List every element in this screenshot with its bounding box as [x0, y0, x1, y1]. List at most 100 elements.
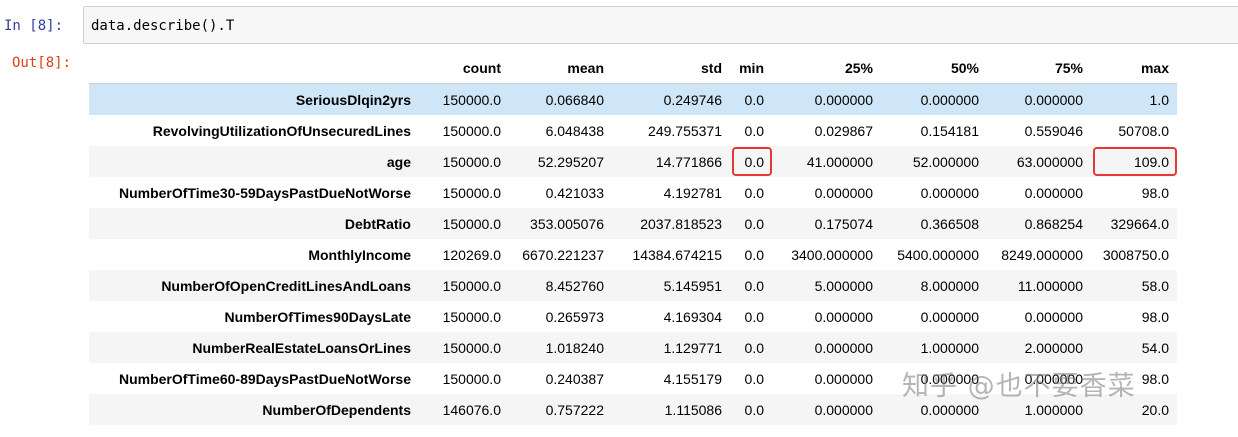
index-header — [89, 52, 419, 84]
table-cell: 5400.000000 — [897, 246, 979, 263]
table-cell: 0.559046 — [1024, 122, 1083, 139]
table-cell: 3400.000000 — [791, 246, 873, 263]
table-row: NumberOfOpenCreditLinesAndLoans 150000.0… — [89, 270, 1177, 301]
table-cell: 2037.818523 — [640, 215, 722, 232]
table-cell: 0.000000 — [920, 91, 979, 108]
table-cell: 41.000000 — [806, 153, 873, 170]
table-cell: 0.000000 — [920, 308, 979, 325]
table-row: SeriousDlqin2yrs 150000.0 0.066840 0.249… — [89, 83, 1177, 115]
table-cell: 11.000000 — [1017, 277, 1083, 294]
table-cell: 146076.0 — [442, 401, 501, 418]
row-label: NumberOfDependents — [262, 401, 411, 418]
column-header: 50% — [881, 52, 987, 84]
row-label: NumberOfTime30-59DaysPastDueNotWorse — [118, 184, 411, 201]
table-cell: 8.000000 — [920, 277, 979, 294]
table-cell: 1.0 — [1149, 91, 1169, 108]
table-cell: 1.129771 — [663, 339, 722, 356]
input-prompt: In [8]: — [4, 18, 64, 34]
table-cell: 0.366508 — [920, 215, 979, 232]
row-label: age — [386, 153, 411, 170]
table-cell: 54.0 — [1141, 339, 1169, 356]
row-label: NumberOfTimes90DaysLate — [224, 308, 411, 325]
table-cell: 0.0 — [744, 215, 764, 232]
highlighted-min-cell: 0.0 — [730, 146, 772, 177]
table-cell: 0.0 — [744, 246, 764, 263]
table-cell: 150000.0 — [442, 339, 501, 356]
table-cell: 14.771866 — [655, 153, 722, 170]
table-cell: 0.000000 — [814, 91, 873, 108]
table-cell: 0.0 — [744, 277, 764, 294]
table-cell: 5.000000 — [814, 277, 873, 294]
highlighted-max-cell: 109.0 — [1091, 146, 1177, 177]
table-cell: 0.757222 — [545, 401, 604, 418]
row-label: MonthlyIncome — [308, 246, 411, 263]
row-label: SeriousDlqin2yrs — [295, 91, 411, 108]
table-cell: 150000.0 — [442, 153, 501, 170]
table-cell: 8.452760 — [545, 277, 604, 294]
table-cell: 6.048438 — [545, 122, 604, 139]
table-row: age 150000.0 52.295207 14.771866 0.0 41.… — [89, 146, 1177, 177]
row-label: NumberOfTime60-89DaysPastDueNotWorse — [118, 370, 411, 387]
column-header: 75% — [987, 52, 1091, 84]
column-header: count — [419, 52, 509, 84]
table-cell: 52.000000 — [912, 153, 979, 170]
table-cell: 150000.0 — [442, 370, 501, 387]
table-cell: 1.018240 — [545, 339, 604, 356]
table-cell: 1.000000 — [920, 339, 979, 356]
table-cell: 0.066840 — [545, 91, 604, 108]
table-cell: 0.029867 — [814, 122, 873, 139]
table-cell: 1.115086 — [664, 401, 722, 418]
table-cell: 0.000000 — [814, 308, 873, 325]
table-cell: 98.0 — [1141, 184, 1169, 201]
row-label: NumberRealEstateLoansOrLines — [192, 339, 411, 356]
table-cell: 3008750.0 — [1102, 246, 1169, 263]
table-cell: 150000.0 — [442, 308, 501, 325]
table-cell: 14384.674215 — [632, 246, 722, 263]
table-cell: 150000.0 — [442, 91, 501, 108]
table-cell: 0.0 — [744, 122, 764, 139]
table-cell: 120269.0 — [442, 246, 501, 263]
table-row: DebtRatio 150000.0 353.005076 2037.81852… — [89, 208, 1177, 239]
table-cell: 0.000000 — [814, 339, 873, 356]
table-cell: 0.265973 — [545, 308, 604, 325]
code-text[interactable]: data.describe().T — [91, 16, 234, 36]
table-cell: 58.0 — [1141, 277, 1169, 294]
table-cell: 0.868254 — [1024, 215, 1083, 232]
table-row: MonthlyIncome 120269.0 6670.221237 14384… — [89, 239, 1177, 270]
table-cell: 4.192781 — [663, 184, 722, 201]
code-input-cell[interactable]: data.describe().T — [83, 6, 1238, 44]
table-cell: 5.145951 — [663, 277, 722, 294]
column-header: min — [730, 52, 772, 84]
table-cell: 4.155179 — [663, 370, 722, 387]
table-cell: 0.000000 — [1024, 91, 1083, 108]
watermark: 知乎 @也不要香菜 — [902, 371, 1136, 402]
table-cell: 8249.000000 — [1001, 246, 1083, 263]
table-cell: 150000.0 — [442, 215, 501, 232]
table-header-row: count mean std min 25% 50% 75% max — [89, 52, 1177, 84]
table-cell: 50708.0 — [1118, 122, 1169, 139]
table-cell: 0.0 — [744, 339, 764, 356]
table-cell: 150000.0 — [442, 277, 501, 294]
table-cell: 63.000000 — [1016, 153, 1083, 170]
table-cell: 0.000000 — [814, 370, 873, 387]
table-cell: 0.249746 — [663, 91, 722, 108]
table-cell: 249.755371 — [648, 122, 722, 139]
table-cell: 0.0 — [744, 91, 764, 108]
row-label: RevolvingUtilizationOfUnsecuredLines — [152, 122, 411, 139]
table-row: NumberOfTime30-59DaysPastDueNotWorse 150… — [89, 177, 1177, 208]
table-cell: 52.295207 — [537, 153, 604, 170]
table-cell: 0.000000 — [920, 184, 979, 201]
row-label: NumberOfOpenCreditLinesAndLoans — [161, 277, 411, 294]
output-prompt: Out[8]: — [12, 55, 72, 71]
table-cell: 0.0 — [744, 308, 764, 325]
table-cell: 150000.0 — [442, 122, 501, 139]
table-cell: 4.169304 — [663, 308, 722, 325]
table-cell: 98.0 — [1141, 308, 1169, 325]
table-row: NumberOfTimes90DaysLate 150000.0 0.26597… — [89, 301, 1177, 332]
table-cell: 0.154181 — [920, 122, 979, 139]
row-label: DebtRatio — [344, 215, 411, 232]
table-cell: 0.000000 — [1024, 184, 1083, 201]
table-cell: 0.000000 — [814, 401, 873, 418]
column-header: mean — [509, 52, 612, 84]
table-cell: 0.000000 — [814, 184, 873, 201]
